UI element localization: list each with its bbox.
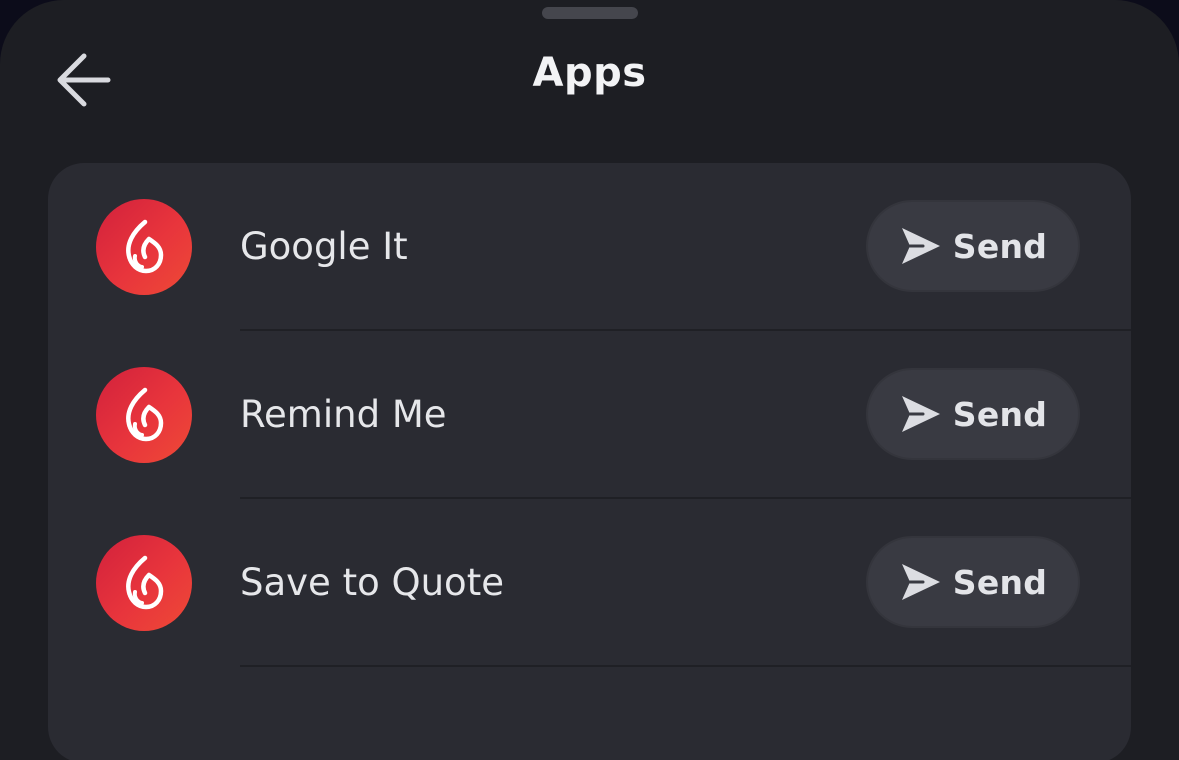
app-name: Google It: [240, 225, 408, 268]
flame-icon: [126, 387, 164, 442]
flame-icon: [126, 555, 164, 610]
flame-icon: [126, 219, 164, 274]
send-button-label: Send: [952, 562, 1048, 602]
app-row-remind-me[interactable]: Remind Me Send: [48, 331, 1131, 499]
app-avatar: [96, 535, 192, 631]
app-row-save-to-quote[interactable]: Save to Quote Send: [48, 499, 1131, 667]
send-button-label: Send: [952, 226, 1048, 266]
apps-sheet: Apps Google It Send Remind Me Send Save …: [0, 0, 1179, 760]
send-button-label: Send: [952, 394, 1048, 434]
app-name: Remind Me: [240, 393, 447, 436]
send-button[interactable]: Send: [866, 200, 1080, 292]
row-divider: [240, 665, 1131, 667]
paper-plane-icon: [901, 564, 940, 600]
app-row-google-it[interactable]: Google It Send: [48, 163, 1131, 331]
sheet-drag-handle[interactable]: [542, 7, 638, 19]
app-avatar: [96, 199, 192, 295]
app-avatar: [96, 367, 192, 463]
page-title: Apps: [532, 50, 647, 96]
send-button[interactable]: Send: [866, 536, 1080, 628]
apps-list: Google It Send Remind Me Send Save to Qu…: [48, 163, 1131, 760]
paper-plane-icon: [901, 396, 940, 432]
send-button[interactable]: Send: [866, 368, 1080, 460]
paper-plane-icon: [901, 228, 940, 264]
app-name: Save to Quote: [240, 561, 504, 604]
